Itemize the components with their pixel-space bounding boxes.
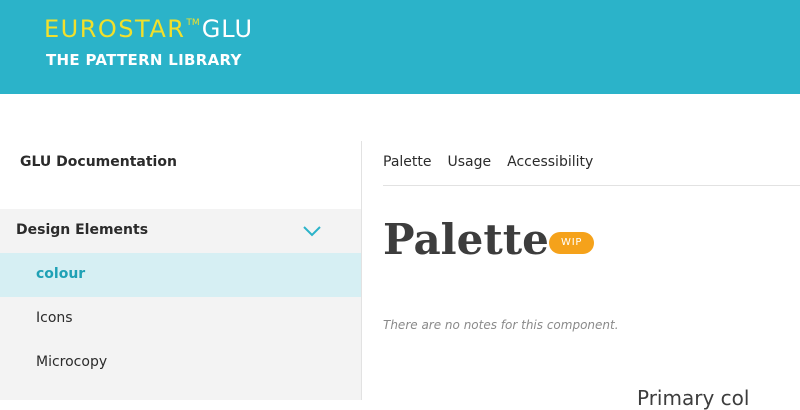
tabs-divider [383, 185, 800, 186]
tab-palette[interactable]: Palette [383, 154, 432, 170]
tab-accessibility[interactable]: Accessibility [507, 154, 593, 170]
tab-usage[interactable]: Usage [448, 154, 492, 170]
sidebar-item-microcopy[interactable]: Microcopy [0, 341, 361, 385]
sidebar-item-icons[interactable]: Icons [0, 297, 361, 341]
brand-logo[interactable]: EUROSTAR TM GLU [44, 14, 253, 44]
site-header: EUROSTAR TM GLU THE PATTERN LIBRARY [0, 0, 800, 94]
sidebar-divider [361, 141, 362, 400]
sidebar-item-label: colour [36, 266, 86, 282]
sidebar-item-colour[interactable]: colour [0, 253, 361, 297]
sidebar-section-title: Design Elements [16, 222, 149, 238]
sidebar-section-design-elements[interactable]: Design Elements [0, 209, 361, 253]
brand-product: GLU [201, 15, 254, 43]
page-title: Palette [383, 215, 549, 264]
trademark-mark: TM [186, 18, 200, 28]
status-badge: WIP [549, 232, 595, 254]
sidebar-item-next[interactable] [0, 385, 361, 400]
sidebar-doc-link[interactable]: GLU Documentation [20, 154, 177, 170]
sidebar-item-label: Icons [36, 310, 73, 326]
chevron-down-icon[interactable] [302, 221, 322, 241]
site-tagline: THE PATTERN LIBRARY [46, 51, 242, 69]
component-notes: There are no notes for this component. [383, 318, 619, 332]
content-tabs: Palette Usage Accessibility [383, 154, 593, 170]
section-heading: Primary col [637, 386, 750, 410]
brand-name: EUROSTAR [44, 15, 186, 43]
sidebar-item-label: Microcopy [36, 354, 108, 370]
